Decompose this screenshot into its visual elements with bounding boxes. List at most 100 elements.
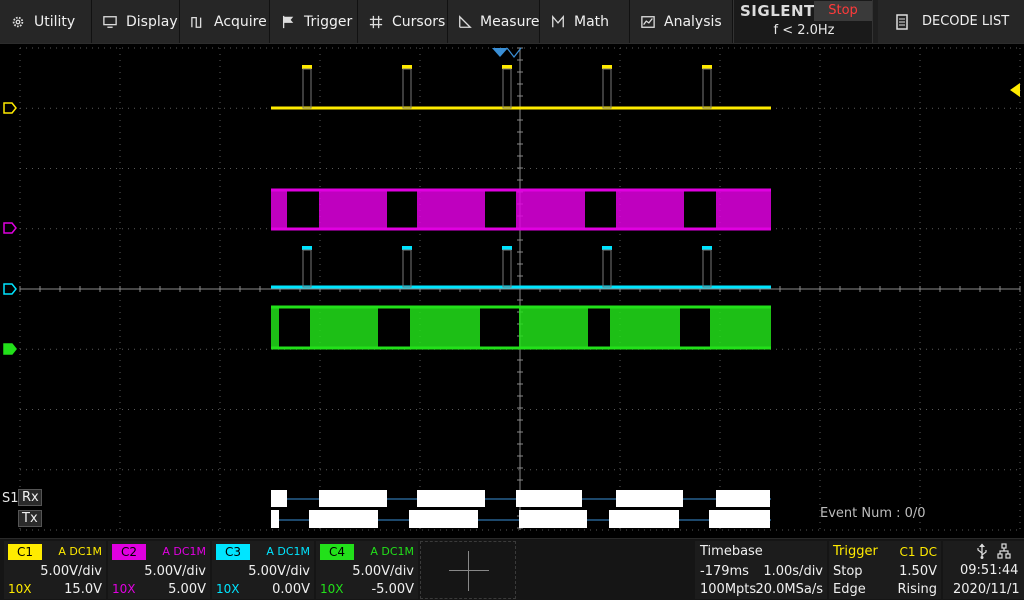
bus-rx-frame	[716, 490, 770, 507]
gear-icon	[10, 14, 26, 30]
c4-scale: 5.00V/div	[352, 564, 414, 579]
channel-panel-c4[interactable]: C4 A DC1M 5.00V/div 10X -5.00V	[316, 541, 418, 599]
bus-tx-frame	[709, 510, 770, 528]
c4-burst	[271, 307, 279, 348]
c3-probe: 10X	[216, 582, 240, 596]
math-icon	[550, 14, 566, 30]
c3-pulse-edge	[602, 249, 612, 288]
menu-math-label: Math	[574, 13, 610, 30]
menu-measure[interactable]: Measure	[448, 0, 540, 43]
measure-icon	[458, 14, 472, 30]
clock-time: 09:51:44	[960, 563, 1019, 578]
c3-pulse	[702, 246, 712, 250]
usb-icon	[977, 543, 987, 559]
c3-scale: 5.00V/div	[248, 564, 310, 579]
menu-utility[interactable]: Utility	[0, 0, 92, 43]
menu-trigger-label: Trigger	[304, 13, 353, 30]
menu-display[interactable]: Display	[92, 0, 180, 43]
c1-pulse	[602, 65, 612, 69]
monitor-icon	[102, 14, 118, 30]
c3-pulse	[502, 246, 512, 250]
list-icon	[896, 13, 908, 30]
bus-rx-frame	[616, 490, 683, 507]
menu-analysis-label: Analysis	[664, 13, 722, 30]
c3-badge: C3	[216, 544, 250, 560]
menu-math[interactable]: Math	[540, 0, 630, 43]
bus-tx-frame	[609, 510, 679, 528]
c1-offset: 15.0V	[64, 582, 102, 597]
c1-pulse-edge	[502, 68, 512, 109]
menu-acquire-label: Acquire	[214, 13, 267, 30]
trigger-position-marker[interactable]	[491, 47, 523, 59]
decode-list-button[interactable]: DECODE LIST	[878, 0, 1024, 43]
c3-offset: 0.00V	[272, 582, 310, 597]
c2-burst	[319, 190, 387, 229]
c2-burst	[271, 190, 287, 229]
trigger-panel[interactable]: Trigger C1 DC Stop 1.50V Edge Rising	[829, 541, 941, 599]
trigger-title: Trigger	[833, 544, 878, 559]
c2-offset: 5.00V	[168, 582, 206, 597]
c1-pulse-edge	[302, 68, 312, 109]
bus-s1-label: S1	[2, 491, 19, 506]
c4-offset-marker[interactable]	[3, 343, 17, 355]
c2-burst	[417, 190, 485, 229]
c1-pulse-edge	[602, 68, 612, 109]
c2-burst	[716, 190, 771, 229]
c1-pulse-edge	[402, 68, 412, 109]
c3-pulse	[302, 246, 312, 250]
menu-cursors[interactable]: Cursors	[358, 0, 448, 43]
bus-tx-label: Tx	[18, 510, 42, 527]
c4-burst	[610, 307, 680, 348]
menu-analysis[interactable]: Analysis	[630, 0, 733, 43]
channel-panel-c1[interactable]: C1 A DC1M 5.00V/div 10X 15.0V	[4, 541, 106, 599]
c1-pulse	[402, 65, 412, 69]
c1-scale: 5.00V/div	[40, 564, 102, 579]
c2-burst	[516, 190, 585, 229]
timebase-panel[interactable]: Timebase -179ms 1.00s/div 100Mpts 20.0MS…	[695, 541, 827, 599]
clock-date: 2020/11/1	[953, 582, 1020, 597]
menu-bar: Utility Display Acquire Trigger Cursors …	[0, 0, 1024, 44]
c3-offset-marker[interactable]	[3, 283, 17, 295]
c4-burst	[519, 307, 588, 348]
c4-burst	[310, 307, 378, 348]
c2-coupling: A DC1M	[162, 545, 206, 558]
trigger-level-marker[interactable]	[1009, 83, 1021, 97]
c1-offset-marker[interactable]	[3, 102, 17, 114]
timebase-scale: 1.00s/div	[763, 564, 823, 579]
c4-burst	[410, 307, 480, 348]
c2-badge: C2	[112, 544, 146, 560]
bus-tx-frame	[271, 510, 279, 528]
status-bar: C1 A DC1M 5.00V/div 10X 15.0V C2 A DC1M …	[0, 538, 1024, 600]
trigger-slope: Rising	[897, 582, 937, 597]
brand-panel: SIGLENT Stop f < 2.0Hz	[733, 0, 873, 43]
decode-list-label: DECODE LIST	[922, 14, 1010, 29]
run-state-badge[interactable]: Stop	[814, 1, 872, 21]
network-icon	[997, 543, 1011, 559]
c3-pulse	[602, 246, 612, 250]
c2-probe: 10X	[112, 582, 136, 596]
analysis-icon	[640, 14, 656, 30]
c1-badge: C1	[8, 544, 42, 560]
c3-pulse	[402, 246, 412, 250]
menu-utility-label: Utility	[34, 13, 76, 30]
bus-decode-lanes	[271, 490, 771, 528]
c2-offset-marker[interactable]	[3, 222, 17, 234]
brand-logo: SIGLENT	[740, 2, 815, 20]
c4-coupling: A DC1M	[370, 545, 414, 558]
c3-pulse-edge	[402, 249, 412, 288]
menu-acquire[interactable]: Acquire	[180, 0, 270, 43]
trigger-state: Stop	[833, 564, 863, 579]
menu-trigger[interactable]: Trigger	[270, 0, 358, 43]
c2-scale: 5.00V/div	[144, 564, 206, 579]
acquire-icon	[190, 14, 206, 30]
waveform-display[interactable]: S1 Rx Tx Event Num : 0/0	[0, 44, 1024, 537]
channel-panel-c3[interactable]: C3 A DC1M 5.00V/div 10X 0.00V	[212, 541, 314, 599]
channel-panel-c2[interactable]: C2 A DC1M 5.00V/div 10X 5.00V	[108, 541, 210, 599]
bus-rx-label: Rx	[18, 489, 42, 506]
add-channel-button[interactable]	[420, 541, 516, 599]
bus-tx-frame	[409, 510, 478, 528]
c1-probe: 10X	[8, 582, 32, 596]
timebase-delay: -179ms	[700, 564, 749, 579]
flag-icon	[280, 14, 296, 30]
c4-burst	[710, 307, 771, 348]
